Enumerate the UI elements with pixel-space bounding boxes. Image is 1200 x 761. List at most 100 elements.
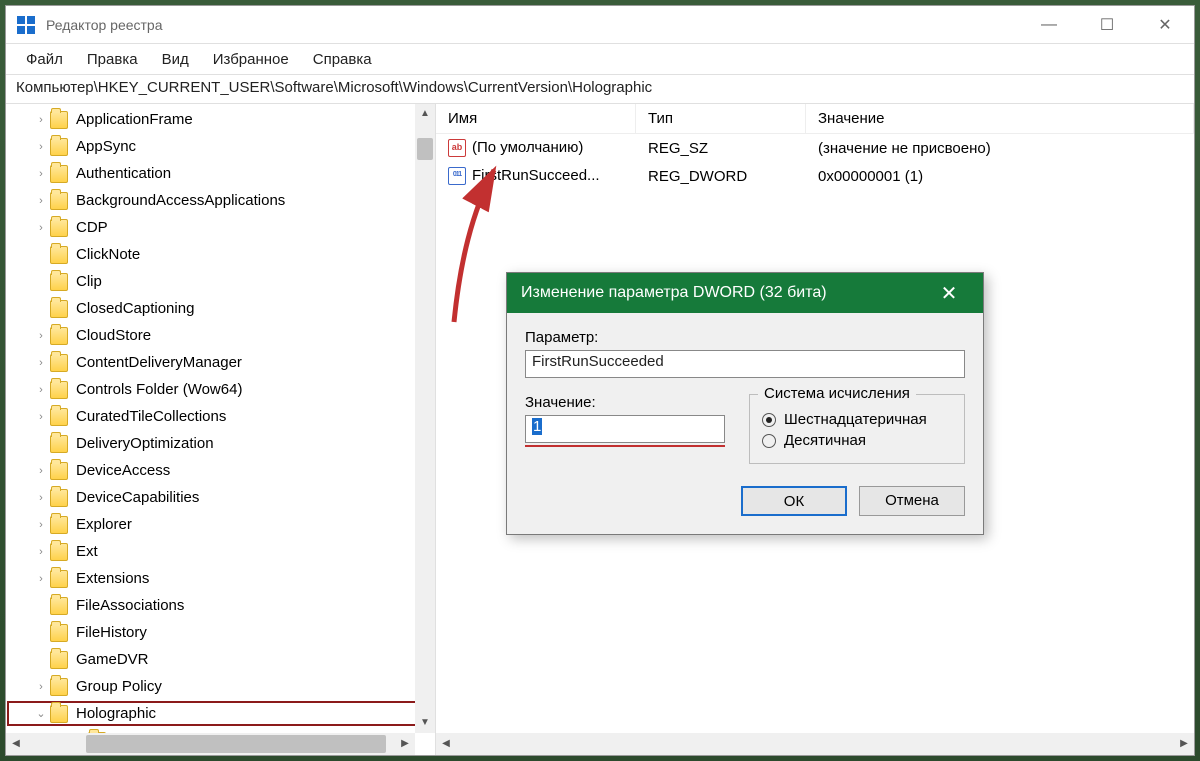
- scroll-thumb-h[interactable]: [86, 735, 386, 753]
- folder-icon: [50, 192, 68, 210]
- tree-item[interactable]: › ContentDeliveryManager: [6, 349, 435, 376]
- close-button[interactable]: ✕: [1136, 6, 1194, 43]
- tree-item[interactable]: ›Extensions: [6, 565, 435, 592]
- tree-item-label: AppSync: [76, 138, 136, 155]
- value-data-field[interactable]: 1: [525, 415, 725, 443]
- col-type[interactable]: Тип: [636, 104, 806, 133]
- tree-item[interactable]: ClosedCaptioning: [6, 295, 435, 322]
- radio-dec[interactable]: Десятичная: [762, 432, 952, 449]
- tree-scrollbar-vertical[interactable]: ▲ ▼: [415, 104, 435, 733]
- expander-icon[interactable]: ›: [34, 114, 48, 126]
- tree-item-label: CuratedTileCollections: [76, 408, 226, 425]
- tree-item[interactable]: Clip: [6, 268, 435, 295]
- expander-icon[interactable]: ›: [34, 681, 48, 693]
- menu-edit[interactable]: Правка: [77, 47, 148, 72]
- scroll-right-icon[interactable]: ▶: [395, 733, 415, 755]
- tree-item[interactable]: ›CDP: [6, 214, 435, 241]
- tree-item-label: DeliveryOptimization: [76, 435, 214, 452]
- menu-favorites[interactable]: Избранное: [203, 47, 299, 72]
- tree-item[interactable]: FileHistory: [6, 619, 435, 646]
- param-label: Параметр:: [525, 329, 965, 346]
- tree-item-label: ContentDeliveryManager: [76, 354, 242, 371]
- expander-icon[interactable]: ›: [34, 222, 48, 234]
- folder-icon: [50, 570, 68, 588]
- expander-icon[interactable]: ›: [34, 411, 48, 423]
- tree-item[interactable]: GameDVR: [6, 646, 435, 673]
- tree-item[interactable]: › CuratedTileCollections: [6, 403, 435, 430]
- tree-item[interactable]: ›BackgroundAccessApplications: [6, 187, 435, 214]
- tree-item[interactable]: › AppSync: [6, 133, 435, 160]
- folder-icon: [50, 273, 68, 291]
- value-type: REG_SZ: [636, 140, 806, 157]
- minimize-button[interactable]: —: [1020, 6, 1078, 43]
- scroll-left-icon[interactable]: ◀: [436, 733, 456, 755]
- expander-icon[interactable]: ›: [34, 357, 48, 369]
- address-bar[interactable]: Компьютер\HKEY_CURRENT_USER\Software\Mic…: [6, 74, 1194, 104]
- expander-icon[interactable]: ›: [34, 573, 48, 585]
- ok-button[interactable]: ОК: [741, 486, 847, 516]
- tree-scrollbar-horizontal[interactable]: ◀ ▶: [6, 733, 415, 755]
- menu-help[interactable]: Справка: [303, 47, 382, 72]
- radio-hex-label: Шестнадцатеричная: [784, 411, 927, 428]
- tree-item[interactable]: ›DeviceCapabilities: [6, 484, 435, 511]
- tree-item-label: ApplicationFrame: [76, 111, 193, 128]
- expander-icon[interactable]: ›: [34, 195, 48, 207]
- tree-item[interactable]: › ApplicationFrame: [6, 106, 435, 133]
- scroll-left-icon[interactable]: ◀: [6, 733, 26, 755]
- value-data: 0x00000001 (1): [806, 168, 1194, 185]
- radio-hex[interactable]: Шестнадцатеричная: [762, 411, 952, 428]
- tree-item-label: Ext: [76, 543, 98, 560]
- list-row[interactable]: (По умолчанию)REG_SZ(значение не присвое…: [436, 134, 1194, 162]
- list-header: Имя Тип Значение: [436, 104, 1194, 134]
- folder-icon: [50, 165, 68, 183]
- tree-pane: › ApplicationFrame › AppSync ›Authentication…: [6, 104, 436, 755]
- tree-item[interactable]: DeliveryOptimization: [6, 430, 435, 457]
- tree-item[interactable]: ›CloudStore: [6, 322, 435, 349]
- radio-dot-icon: [762, 434, 776, 448]
- app-icon: [16, 15, 36, 35]
- tree-item[interactable]: › Ext: [6, 538, 435, 565]
- dialog-titlebar[interactable]: Изменение параметра DWORD (32 бита) ✕: [507, 273, 983, 313]
- expander-icon[interactable]: ›: [34, 519, 48, 531]
- folder-icon: [50, 489, 68, 507]
- folder-icon: [50, 300, 68, 318]
- tree-item-label: GameDVR: [76, 651, 149, 668]
- tree-item[interactable]: ›Authentication: [6, 160, 435, 187]
- expander-icon[interactable]: ⌄: [34, 707, 48, 720]
- expander-icon[interactable]: ›: [34, 492, 48, 504]
- folder-icon: [50, 138, 68, 156]
- tree-item[interactable]: ›Controls Folder (Wow64): [6, 376, 435, 403]
- cancel-button[interactable]: Отмена: [859, 486, 965, 516]
- tree-item[interactable]: ›DeviceAccess: [6, 457, 435, 484]
- tree-item[interactable]: ClickNote: [6, 241, 435, 268]
- expander-icon[interactable]: ›: [34, 141, 48, 153]
- scroll-up-icon[interactable]: ▲: [415, 104, 435, 124]
- tree-item[interactable]: ⌄Holographic: [6, 700, 435, 727]
- maximize-button[interactable]: ☐: [1078, 6, 1136, 43]
- scroll-thumb[interactable]: [417, 138, 433, 160]
- tree-item[interactable]: ›Explorer: [6, 511, 435, 538]
- radio-dot-icon: [762, 413, 776, 427]
- dialog-title: Изменение параметра DWORD (32 бита): [521, 284, 929, 302]
- list-row[interactable]: FirstRunSucceed...REG_DWORD0x00000001 (1…: [436, 162, 1194, 190]
- col-value[interactable]: Значение: [806, 104, 1194, 133]
- value-string-icon: [448, 139, 466, 157]
- scroll-down-icon[interactable]: ▼: [415, 713, 435, 733]
- expander-icon[interactable]: ›: [34, 465, 48, 477]
- tree-item-label: FileHistory: [76, 624, 147, 641]
- expander-icon[interactable]: ›: [34, 384, 48, 396]
- expander-icon[interactable]: ›: [34, 168, 48, 180]
- titlebar[interactable]: Редактор реестра — ☐ ✕: [6, 6, 1194, 44]
- col-name[interactable]: Имя: [436, 104, 636, 133]
- menu-file[interactable]: Файл: [16, 47, 73, 72]
- expander-icon[interactable]: ›: [34, 546, 48, 558]
- menu-view[interactable]: Вид: [152, 47, 199, 72]
- tree-item[interactable]: FileAssociations: [6, 592, 435, 619]
- param-name-field[interactable]: FirstRunSucceeded: [525, 350, 965, 378]
- tree-item[interactable]: ›Group Policy: [6, 673, 435, 700]
- dialog-close-button[interactable]: ✕: [929, 281, 969, 306]
- scroll-right-icon[interactable]: ▶: [1174, 733, 1194, 755]
- list-scrollbar-horizontal[interactable]: ◀ ▶: [436, 733, 1194, 755]
- expander-icon[interactable]: ›: [34, 330, 48, 342]
- folder-icon: [50, 543, 68, 561]
